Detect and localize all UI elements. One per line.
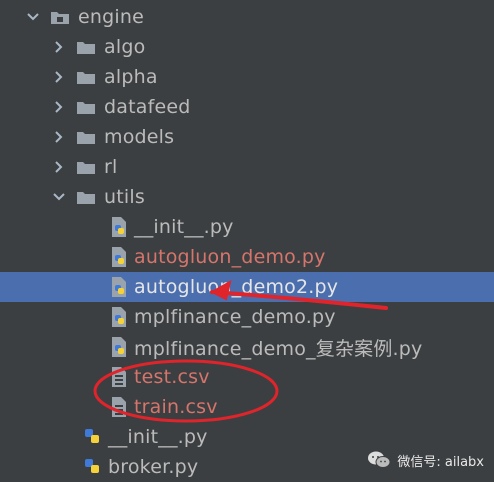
python-file-icon (108, 216, 128, 238)
tree-file-label: __init__.py (108, 426, 208, 448)
csv-file-icon (108, 396, 128, 418)
tree-node-label: engine (78, 6, 145, 28)
tree-file-label: autogluon_demo2.py (134, 276, 339, 298)
chevron-right-icon[interactable] (52, 160, 66, 174)
tree-file-autogluon-demo2[interactable]: autogluon_demo2.py (0, 272, 494, 302)
tree-file-train-csv[interactable]: train.csv (0, 392, 494, 422)
python-file-icon (108, 276, 128, 298)
tree-node-algo[interactable]: algo (0, 32, 494, 62)
tree-file-label: mplfinance_demo.py (134, 306, 336, 328)
tree-node-label: datafeed (104, 96, 191, 118)
tree-node-label: rl (104, 156, 118, 178)
tree-file-mplfinance-demo-complex[interactable]: mplfinance_demo_复杂案例.py (0, 332, 494, 362)
watermark: 微信号: ailabx (367, 450, 484, 470)
chevron-right-icon[interactable] (52, 70, 66, 84)
folder-icon (76, 39, 96, 55)
chevron-right-icon[interactable] (52, 40, 66, 54)
folder-icon (76, 129, 96, 145)
tree-node-rl[interactable]: rl (0, 152, 494, 182)
chevron-right-icon[interactable] (52, 100, 66, 114)
chevron-down-icon[interactable] (26, 10, 40, 24)
tree-file-label: mplfinance_demo_复杂案例.py (134, 337, 423, 360)
folder-icon (76, 159, 96, 175)
python-file-icon (108, 306, 128, 328)
folder-icon (76, 99, 96, 115)
folder-icon (50, 9, 70, 25)
tree-node-alpha[interactable]: alpha (0, 62, 494, 92)
folder-icon (76, 69, 96, 85)
tree-file-test-csv[interactable]: test.csv (0, 362, 494, 392)
tree-node-label: alpha (104, 66, 158, 88)
folder-icon (76, 189, 96, 205)
tree-node-utils[interactable]: utils (0, 182, 494, 212)
chevron-down-icon[interactable] (52, 190, 66, 204)
python-file-icon (82, 456, 102, 478)
tree-file-engine-init[interactable]: __init__.py (0, 422, 494, 452)
tree-file-init[interactable]: __init__.py (0, 212, 494, 242)
project-tree: engine algo alpha datafeed models rl uti… (0, 0, 494, 482)
tree-file-label: broker.py (108, 456, 199, 478)
tree-node-datafeed[interactable]: datafeed (0, 92, 494, 122)
csv-file-icon (108, 366, 128, 388)
tree-file-label: train.csv (134, 396, 218, 418)
python-file-icon (82, 426, 102, 448)
wechat-icon (367, 450, 391, 470)
python-file-icon (108, 246, 128, 268)
tree-node-label: algo (104, 36, 146, 58)
watermark-label: 微信号: ailabx (397, 454, 484, 470)
tree-file-autogluon-demo[interactable]: autogluon_demo.py (0, 242, 494, 272)
tree-node-models[interactable]: models (0, 122, 494, 152)
tree-file-mplfinance-demo[interactable]: mplfinance_demo.py (0, 302, 494, 332)
tree-file-label: test.csv (134, 366, 210, 388)
tree-file-label: autogluon_demo.py (134, 246, 326, 268)
tree-node-engine[interactable]: engine (0, 2, 494, 32)
tree-node-label: models (104, 126, 175, 148)
chevron-right-icon[interactable] (52, 130, 66, 144)
python-file-icon (108, 336, 128, 358)
tree-node-label: utils (104, 186, 145, 208)
tree-file-label: __init__.py (134, 216, 234, 238)
